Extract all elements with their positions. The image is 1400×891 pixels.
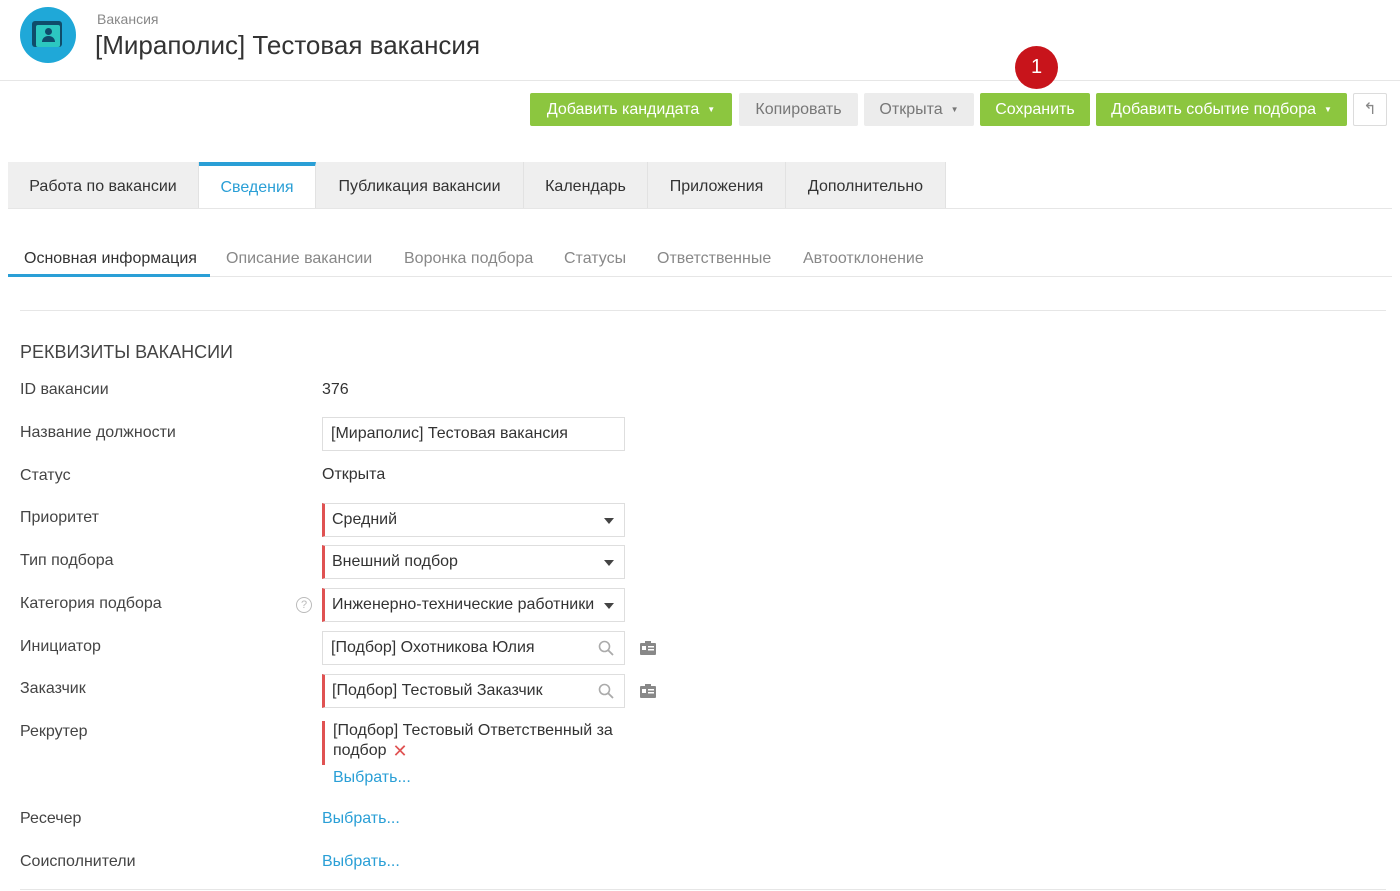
category-select-value: Инженерно-технические работники <box>332 596 595 613</box>
remove-icon[interactable]: ✕ <box>393 741 408 761</box>
priority-select[interactable]: Средний <box>322 503 625 537</box>
add-candidate-label: Добавить кандидата <box>546 101 700 118</box>
breadcrumb[interactable]: Вакансия <box>97 11 158 27</box>
category-select[interactable]: Инженерно-технические работники <box>322 588 625 622</box>
subtab-description[interactable]: Описание вакансии <box>226 250 372 268</box>
copy-button[interactable]: Копировать <box>739 93 858 126</box>
page-title: [Мираполис] Тестовая вакансия <box>95 30 481 60</box>
initiator-label: Инициатор <box>20 638 101 655</box>
recruiter-label: Рекрутер <box>20 723 88 740</box>
status-dropdown-label: Открыта <box>879 101 943 118</box>
chevron-down-icon <box>604 560 614 566</box>
customer-input-value: [Подбор] Тестовый Заказчик <box>332 682 543 699</box>
search-icon[interactable] <box>598 640 614 656</box>
add-candidate-button[interactable]: Добавить кандидата ▼ <box>530 93 732 126</box>
coexecutors-choose-link[interactable]: Выбрать... <box>322 853 400 871</box>
add-event-button[interactable]: Добавить событие подбора ▼ <box>1096 93 1347 126</box>
save-button[interactable]: Сохранить <box>980 93 1090 126</box>
tab-details[interactable]: Сведения <box>199 162 316 208</box>
researcher-choose-link[interactable]: Выбрать... <box>322 810 400 828</box>
type-label: Тип подбора <box>20 552 114 569</box>
tab-vacancy-work[interactable]: Работа по вакансии <box>8 162 199 208</box>
coexecutors-label: Соисполнители <box>20 853 136 870</box>
priority-select-value: Средний <box>332 511 398 528</box>
researcher-label: Ресечер <box>20 810 82 827</box>
customer-input[interactable]: [Подбор] Тестовый Заказчик <box>322 674 625 708</box>
tab-attachments[interactable]: Приложения <box>648 162 786 208</box>
subtabs-divider <box>8 276 1392 277</box>
back-icon[interactable]: ↰ <box>1353 93 1387 126</box>
tab-publication[interactable]: Публикация вакансии <box>316 162 524 208</box>
initiator-input-value: [Подбор] Охотникова Юлия <box>331 639 535 656</box>
name-input[interactable]: [Мираполис] Тестовая вакансия <box>322 417 625 451</box>
search-icon[interactable] <box>598 683 614 699</box>
page-header: Вакансия [Мираполис] Тестовая вакансия <box>0 0 1400 81</box>
priority-label: Приоритет <box>20 509 99 526</box>
vacancy-logo-icon <box>20 7 76 63</box>
id-value: 376 <box>322 381 349 398</box>
status-label: Статус <box>20 467 71 484</box>
type-select-value: Внешний подбор <box>332 553 458 570</box>
contact-card-icon[interactable] <box>640 684 656 698</box>
status-dropdown-button[interactable]: Открыта ▼ <box>864 93 974 126</box>
category-label: Категория подбора <box>20 595 162 612</box>
tabs-divider <box>8 208 1392 209</box>
customer-label: Заказчик <box>20 680 86 697</box>
section-divider <box>20 310 1386 311</box>
id-label: ID вакансии <box>20 381 109 398</box>
type-select[interactable]: Внешний подбор <box>322 545 625 579</box>
chevron-down-icon <box>604 518 614 524</box>
subtab-responsibles[interactable]: Ответственные <box>657 250 771 268</box>
section-title: РЕКВИЗИТЫ ВАКАНСИИ <box>20 342 233 362</box>
contact-card-icon[interactable] <box>640 641 656 655</box>
subtab-main-info[interactable]: Основная информация <box>24 250 197 268</box>
tab-calendar[interactable]: Календарь <box>524 162 648 208</box>
subtab-auto-reject[interactable]: Автоотклонение <box>803 250 924 268</box>
chevron-down-icon: ▼ <box>950 105 959 115</box>
subtab-statuses[interactable]: Статусы <box>564 250 626 268</box>
add-event-label: Добавить событие подбора <box>1111 101 1316 118</box>
recruiter-value-box: [Подбор] Тестовый Ответственный за подбо… <box>322 721 625 765</box>
subtab-funnel[interactable]: Воронка подбора <box>404 250 533 268</box>
tab-additional[interactable]: Дополнительно <box>786 162 946 208</box>
initiator-input[interactable]: [Подбор] Охотникова Юлия <box>322 631 625 665</box>
chevron-down-icon: ▼ <box>707 105 716 115</box>
chevron-down-icon: ▼ <box>1324 105 1332 115</box>
name-label: Название должности <box>20 424 176 441</box>
annotation-badge: 1 <box>1015 46 1058 89</box>
bottom-divider <box>20 889 1386 890</box>
recruiter-choose-link[interactable]: Выбрать... <box>333 769 411 787</box>
status-value: Открыта <box>322 466 386 483</box>
help-icon[interactable]: ? <box>296 597 312 613</box>
recruiter-value: [Подбор] Тестовый Ответственный за подбо… <box>333 722 613 760</box>
subtab-active-indicator <box>8 274 210 277</box>
chevron-down-icon <box>604 603 614 609</box>
